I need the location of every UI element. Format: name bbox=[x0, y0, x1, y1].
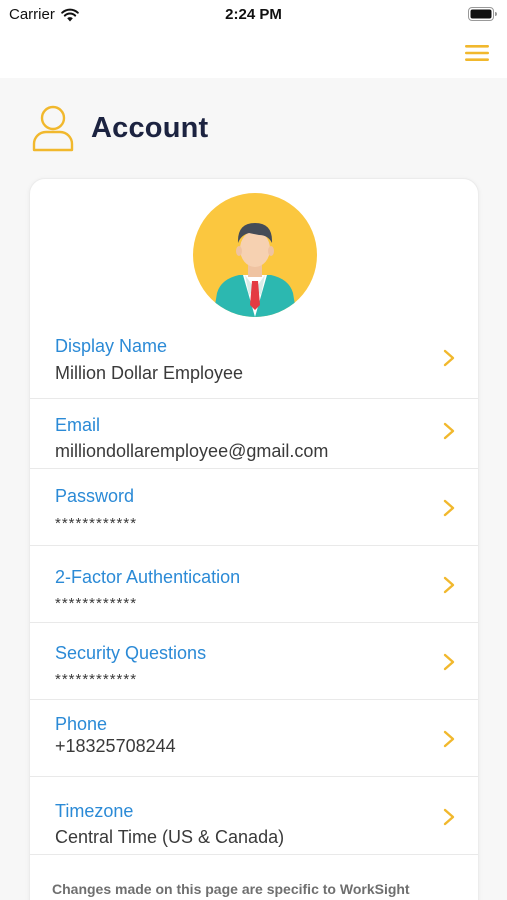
hamburger-menu-icon[interactable] bbox=[465, 42, 489, 64]
2fa-value: ************ bbox=[55, 595, 138, 612]
password-value: ************ bbox=[55, 515, 138, 532]
chevron-right-icon[interactable] bbox=[442, 729, 456, 749]
footer-note: Changes made on this page are specific t… bbox=[52, 881, 410, 897]
timezone-label: Timezone bbox=[55, 801, 134, 821]
account-card: Display Name Million Dollar Employee Ema… bbox=[29, 178, 479, 900]
user-outline-icon bbox=[32, 105, 74, 152]
row-2fa[interactable]: 2-Factor Authentication ************ bbox=[30, 546, 478, 623]
2fa-label: 2-Factor Authentication bbox=[55, 567, 241, 587]
chevron-right-icon[interactable] bbox=[442, 498, 456, 518]
display-name-value: Million Dollar Employee bbox=[55, 363, 244, 383]
row-email[interactable]: Email milliondollaremployee@gmail.com bbox=[30, 392, 478, 469]
row-security-questions[interactable]: Security Questions ************ bbox=[30, 623, 478, 700]
password-label: Password bbox=[55, 486, 135, 506]
email-value: milliondollaremployee@gmail.com bbox=[55, 441, 329, 461]
chevron-right-icon[interactable] bbox=[442, 421, 456, 441]
row-display-name[interactable]: Display Name Million Dollar Employee bbox=[30, 322, 478, 399]
row-timezone[interactable]: Timezone Central Time (US & Canada) bbox=[30, 778, 478, 855]
chevron-right-icon[interactable] bbox=[442, 575, 456, 595]
battery-icon bbox=[468, 7, 497, 21]
status-bar: Carrier 2:24 PM bbox=[0, 0, 507, 30]
page-title: Account bbox=[91, 111, 209, 144]
nav-bar bbox=[0, 30, 507, 78]
phone-value: +18325708244 bbox=[55, 736, 176, 756]
chevron-right-icon[interactable] bbox=[442, 348, 456, 368]
row-password[interactable]: Password ************ bbox=[30, 469, 478, 546]
chevron-right-icon[interactable] bbox=[442, 807, 456, 827]
timezone-value: Central Time (US & Canada) bbox=[55, 827, 285, 847]
page-header: Account bbox=[32, 104, 208, 152]
chevron-right-icon[interactable] bbox=[442, 652, 456, 672]
phone-label: Phone bbox=[55, 714, 108, 734]
employee-avatar-icon[interactable] bbox=[193, 193, 317, 317]
display-name-label: Display Name bbox=[55, 336, 168, 356]
row-phone[interactable]: Phone +18325708244 bbox=[30, 700, 478, 777]
email-label: Email bbox=[55, 415, 101, 435]
security-questions-label: Security Questions bbox=[55, 643, 207, 663]
status-time: 2:24 PM bbox=[225, 6, 282, 23]
security-questions-value: ************ bbox=[55, 671, 138, 688]
